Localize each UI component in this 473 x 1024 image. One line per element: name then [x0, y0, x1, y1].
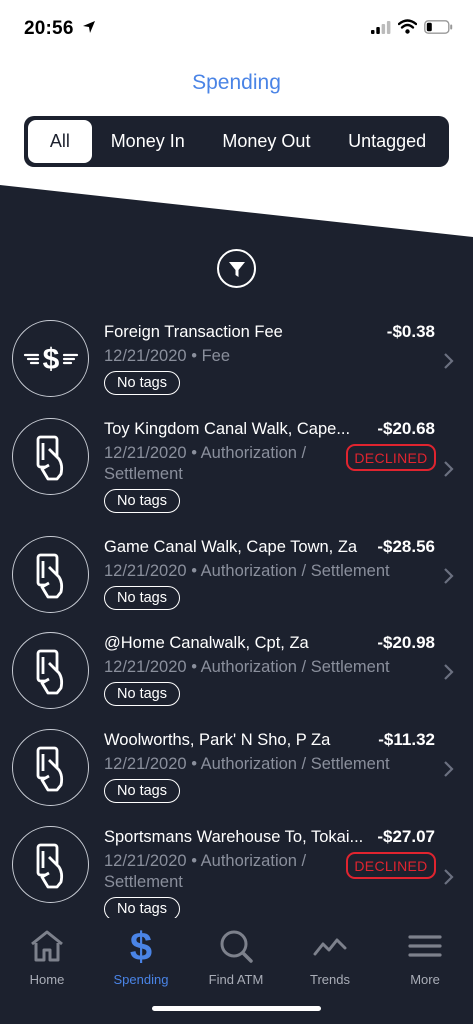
transaction-row[interactable]: Game Canal Walk, Cape Town, Za -$28.56 1…: [0, 533, 473, 625]
page-title: Spending: [192, 71, 281, 94]
tab-trends[interactable]: Trends: [283, 926, 377, 987]
status-bar: 20:56: [0, 0, 473, 56]
chevron-right-icon: [444, 761, 454, 777]
declined-badge: DECLINED: [346, 852, 436, 879]
transaction-meta: 12/21/2020 • Authorization / Settlement: [104, 657, 390, 678]
tab-label: Spending: [113, 972, 169, 987]
transaction-category-cont: Settlement: [104, 873, 183, 891]
transaction-meta: 12/21/2020 • Fee: [104, 346, 230, 367]
chevron-right-icon: [444, 568, 454, 584]
home-icon: [31, 930, 63, 962]
transaction-date: 12/21/2020: [104, 658, 187, 676]
segment-money-in[interactable]: Money In: [92, 120, 204, 163]
transaction-category: Authorization / Settlement: [200, 562, 390, 580]
meta-separator: •: [191, 755, 197, 773]
transaction-date: 12/21/2020: [104, 755, 187, 773]
transaction-name: @Home Canalwalk, Cpt, Za: [104, 634, 309, 652]
trends-icon: [313, 938, 347, 956]
transaction-row[interactable]: @Home Canalwalk, Cpt, Za -$20.98 12/21/2…: [0, 629, 473, 721]
transaction-name: Toy Kingdom Canal Walk, Cape...: [104, 420, 351, 438]
transaction-row[interactable]: $ Foreign Transaction Fee -$0.38 12/21/2…: [0, 318, 473, 408]
transaction-amount: -$28.56: [377, 537, 435, 556]
meta-separator: •: [191, 658, 197, 676]
transaction-amount: -$20.98: [377, 633, 435, 652]
transaction-row[interactable]: Toy Kingdom Canal Walk, Cape... -$20.68 …: [0, 415, 473, 527]
cellular-signal-icon: [371, 21, 391, 34]
transaction-category: Authorization / Settlement: [200, 755, 390, 773]
chevron-right-icon: [444, 353, 454, 369]
wifi-icon: [398, 19, 417, 34]
transaction-name: Sportsmans Warehouse To, Tokai...: [104, 828, 364, 846]
tab-find-atm[interactable]: Find ATM: [189, 926, 283, 987]
transaction-date: 12/21/2020: [104, 852, 187, 870]
transaction-category-cont: Settlement: [104, 465, 183, 483]
meta-separator: •: [191, 562, 197, 580]
transaction-name: Foreign Transaction Fee: [104, 323, 283, 341]
tab-more[interactable]: More: [378, 926, 472, 987]
tab-label: Home: [29, 972, 65, 987]
meta-separator: •: [191, 444, 197, 462]
card-hand-icon: [12, 536, 89, 613]
chevron-right-icon: [444, 664, 454, 680]
transaction-date: 12/21/2020: [104, 444, 187, 462]
tab-spending[interactable]: $ Spending: [94, 926, 188, 987]
tag-pill[interactable]: No tags: [104, 489, 180, 513]
transaction-amount: -$0.38: [386, 322, 435, 341]
dollar-icon: $: [130, 926, 152, 966]
transaction-row[interactable]: Woolworths, Park' N Sho, P Za -$11.32 12…: [0, 726, 473, 818]
svg-text:$: $: [42, 343, 59, 376]
battery-icon: [424, 20, 453, 34]
winged-dollar-icon: $: [12, 320, 89, 397]
home-indicator[interactable]: [152, 1006, 321, 1011]
search-icon: [220, 930, 253, 963]
tab-label: Find ATM: [208, 972, 264, 987]
location-arrow-icon: [83, 21, 95, 33]
card-hand-icon: [12, 826, 89, 903]
status-time: 20:56: [24, 18, 74, 39]
meta-separator: •: [191, 852, 197, 870]
declined-badge: DECLINED: [346, 444, 436, 471]
transaction-amount: -$27.07: [377, 827, 435, 846]
card-hand-icon: [12, 418, 89, 495]
svg-text:$: $: [130, 926, 152, 966]
segment-all[interactable]: All: [28, 120, 92, 163]
chevron-right-icon: [444, 461, 454, 477]
card-hand-icon: [12, 729, 89, 806]
filter-funnel-icon: [228, 261, 245, 277]
transaction-category: Authorization /: [200, 444, 307, 462]
tab-home[interactable]: Home: [0, 926, 94, 987]
tab-label: Trends: [310, 972, 350, 987]
transaction-category: Authorization / Settlement: [200, 658, 390, 676]
tag-pill[interactable]: No tags: [104, 682, 180, 706]
transaction-name: Game Canal Walk, Cape Town, Za: [104, 538, 358, 556]
segment-money-out[interactable]: Money Out: [204, 120, 330, 163]
transaction-meta: 12/21/2020 • Authorization / Settlement: [104, 443, 344, 485]
tag-pill[interactable]: No tags: [104, 371, 180, 395]
transaction-amount: -$11.32: [378, 730, 435, 749]
card-hand-icon: [12, 632, 89, 709]
transaction-amount: -$20.68: [377, 419, 435, 438]
transaction-name: Woolworths, Park' N Sho, P Za: [104, 731, 331, 749]
transaction-meta: 12/21/2020 • Authorization / Settlement: [104, 561, 390, 582]
transaction-category: Authorization /: [200, 852, 307, 870]
transaction-date: 12/21/2020: [104, 562, 187, 580]
tab-label: More: [410, 972, 440, 987]
transaction-date: 12/21/2020: [104, 347, 187, 365]
segment-control: All Money In Money Out Untagged: [24, 116, 449, 167]
meta-separator: •: [191, 347, 197, 365]
tag-pill[interactable]: No tags: [104, 779, 180, 803]
filter-button[interactable]: [217, 249, 256, 288]
transaction-meta: 12/21/2020 • Authorization / Settlement: [104, 754, 390, 775]
transaction-category: Fee: [201, 347, 230, 365]
menu-icon: [408, 935, 442, 957]
segment-untagged[interactable]: Untagged: [329, 120, 445, 163]
tag-pill[interactable]: No tags: [104, 586, 180, 610]
chevron-right-icon: [444, 869, 454, 885]
transaction-meta: 12/21/2020 • Authorization / Settlement: [104, 851, 344, 893]
